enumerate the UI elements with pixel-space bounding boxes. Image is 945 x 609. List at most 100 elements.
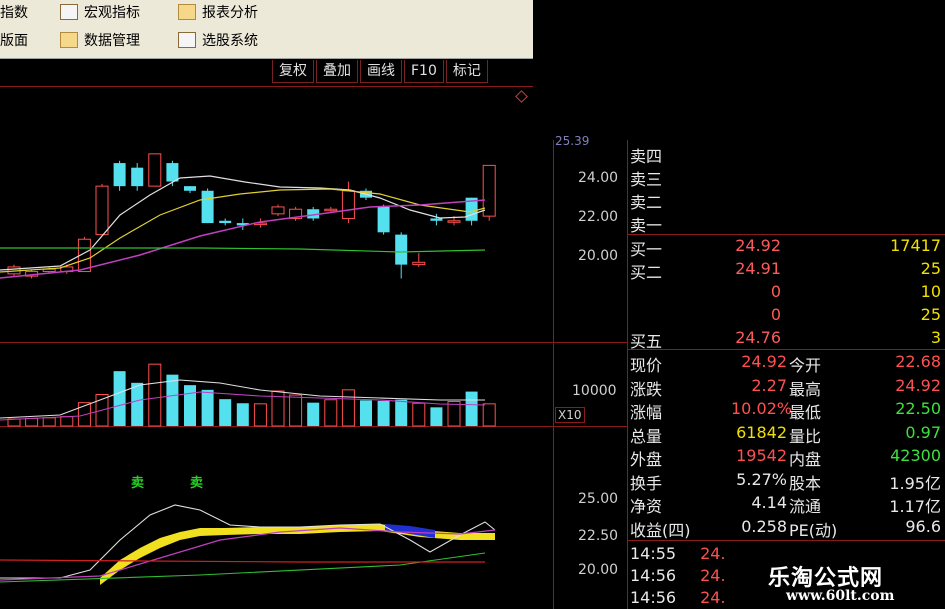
candle — [113, 163, 126, 187]
orderbook-buy-row: 买二 24.91 25 — [627, 259, 945, 282]
candle — [447, 220, 461, 223]
volume-bar — [113, 371, 126, 426]
volume-bar — [395, 399, 408, 426]
tick-time: 14:56 — [630, 566, 677, 585]
ma-line-green — [0, 247, 486, 253]
watermark-url: www.60lt.com — [786, 588, 895, 604]
candle — [430, 218, 443, 221]
watermark: 乐淘公式网 www.60lt.com — [744, 556, 945, 609]
candle — [377, 206, 390, 233]
volume-bar — [236, 403, 249, 426]
quote-row: 净资 4.14 流通 1.17亿 — [627, 493, 945, 516]
quote-cell: 今开 — [789, 356, 822, 375]
quote-cell: 最高 — [789, 379, 822, 399]
quote-row: 换手 5.27% 股本 1.95亿 — [627, 469, 945, 493]
orderbook-label: 卖二 — [630, 193, 663, 212]
indicator-line-red — [0, 559, 485, 563]
indicator-axis-label: 25.00 — [578, 491, 619, 507]
orderbook-volume: 3 — [930, 328, 941, 347]
tick-time: 14:55 — [630, 544, 677, 563]
volume-bar — [219, 399, 232, 426]
volume-bar — [430, 407, 443, 426]
volume-bar — [324, 399, 338, 427]
price-axis-label: 22.00 — [578, 209, 619, 225]
orderbook-divider — [627, 234, 945, 235]
volume-bar — [253, 403, 267, 427]
orderbook-price: 24.91 — [735, 259, 781, 278]
quote-cell: 10.02% — [731, 399, 793, 418]
candle — [324, 208, 338, 212]
candle — [395, 234, 408, 265]
indicator-axis-label: 22.50 — [578, 528, 619, 544]
volume-bar — [148, 363, 162, 427]
orderbook-label: 卖一 — [630, 216, 663, 235]
quote-cell: 61842 — [736, 422, 787, 442]
quote-cell: 24.92 — [895, 375, 941, 395]
quote-cell: 4.14 — [751, 493, 787, 512]
price-axis-label: 24.00 — [578, 170, 619, 186]
quote-cell: 22.50 — [895, 399, 941, 418]
quote-cell: 24.92 — [741, 352, 787, 371]
quote-row: 收益(四) 0.258 PE(动) 96.6 — [627, 517, 945, 540]
orderbook-buy-row: 0 25 — [627, 305, 945, 327]
ma-line-magenta — [0, 199, 486, 279]
orderbook-label: 买一 — [630, 240, 663, 259]
quote-cell: 5.27% — [736, 469, 787, 489]
quote-cell: 22.68 — [895, 352, 941, 371]
price-axis-label: 20.00 — [578, 248, 619, 264]
candle — [341, 190, 355, 219]
quote-cell: 19542 — [736, 446, 787, 465]
orderbook-volume: 25 — [920, 259, 941, 278]
orderbook-sell-row: 卖二 — [627, 189, 945, 212]
kline-chart[interactable] — [0, 0, 553, 609]
candle — [201, 190, 214, 224]
orderbook-price: 0 — [770, 305, 781, 324]
tick-row: 14:56 24. — [630, 566, 726, 585]
quote-row: 总量 61842 量比 0.97 — [627, 422, 945, 446]
quote-cell: 股本 — [789, 473, 822, 493]
quote-cell: 42300 — [890, 446, 941, 465]
orderbook-volume: 25 — [920, 305, 941, 324]
quote-row: 涨幅 10.02% 最低 22.50 — [627, 399, 945, 422]
volume-bar — [307, 402, 320, 426]
sell-signal-icon: 卖 — [190, 476, 204, 491]
orderbook-label: 买二 — [630, 263, 663, 282]
volume-bar — [360, 400, 372, 426]
quote-cell: 总量 — [630, 426, 663, 446]
volume-bar — [131, 382, 144, 426]
quote-cell: 量比 — [789, 426, 822, 446]
candle — [166, 163, 179, 182]
volume-bar — [341, 389, 355, 427]
ticks-divider — [627, 540, 945, 541]
candle — [412, 261, 426, 266]
orderbook-volume: 10 — [920, 282, 941, 301]
volume-bar — [482, 403, 496, 427]
candle — [131, 167, 144, 187]
volume-bar — [60, 416, 74, 427]
volume-bar — [166, 374, 179, 426]
orderbook-price: 24.92 — [735, 236, 781, 255]
orderbook-volume: 17417 — [890, 236, 941, 255]
quote-row: 外盘 19542 内盘 42300 — [627, 446, 945, 469]
orderbook-buy-row: 买一 24.92 17417 — [627, 236, 945, 259]
candle — [271, 206, 285, 215]
orderbook-label: 卖四 — [630, 147, 663, 166]
candle — [184, 186, 196, 191]
candle — [148, 153, 162, 187]
orderbook-buy-row: 买五 24.76 3 — [627, 328, 945, 351]
sell-signal-icon: 卖 — [131, 476, 145, 491]
volume-bar — [377, 400, 390, 426]
indicator-line-white — [0, 504, 496, 579]
tick-price: 24. — [700, 566, 726, 585]
orderbook-sell-row: 卖三 — [627, 166, 945, 189]
quote-cell: 0.97 — [905, 422, 941, 442]
quote-cell: 涨跌 — [630, 379, 663, 399]
indicator-axis-label: 20.00 — [578, 562, 619, 578]
volume-bar — [289, 394, 303, 427]
candle — [219, 220, 232, 224]
quote-cell: 净资 — [630, 497, 663, 516]
orderbook-label: 卖三 — [630, 170, 663, 189]
orderbook-price: 0 — [770, 282, 781, 301]
quote-cell: 流通 — [789, 497, 822, 516]
orderbook-buy-row: 0 10 — [627, 282, 945, 304]
